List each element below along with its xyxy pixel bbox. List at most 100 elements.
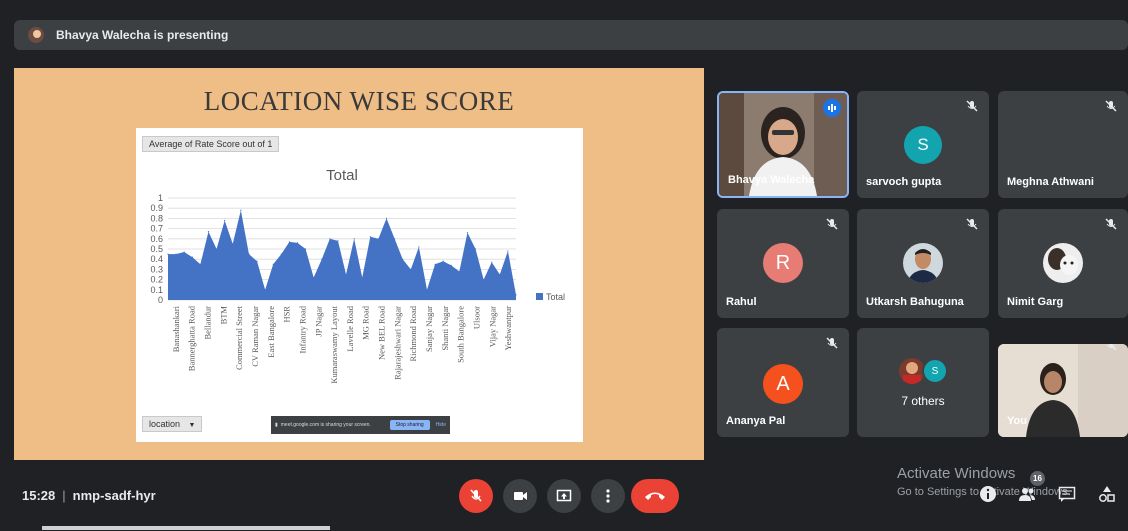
legend-swatch [536, 293, 543, 300]
horizontal-scrollbar[interactable] [42, 526, 330, 530]
x-tick-label: Kumaraswamy Layout [329, 305, 339, 383]
avatar-initial: S [931, 365, 939, 377]
pivot-field-button[interactable]: Average of Rate Score out of 1 [142, 136, 280, 152]
people-button[interactable] [1017, 484, 1037, 504]
x-tick-label: Commercial Street [234, 305, 244, 370]
data-point [280, 253, 282, 255]
mic-off-icon [1106, 344, 1117, 351]
chart-panel: Total 1 0.9 0.8 0.7 0.6 0.5 0.4 0.3 0.2 0.1 0 Banash… [136, 128, 583, 442]
x-tick-label: JP Nagar [313, 306, 323, 337]
x-tick-label: South Bangalore [456, 306, 466, 363]
avatar: A [763, 364, 803, 404]
participant-tile-nimit[interactable]: Nimit Garg [998, 209, 1128, 318]
more-options-icon [606, 489, 610, 503]
people-icon [1019, 488, 1035, 501]
y-tick-label: 0.3 [150, 264, 163, 274]
present-screen-icon [556, 489, 572, 502]
dropdown-arrow-icon: ▼ [188, 422, 196, 429]
data-point [369, 236, 371, 238]
mic-off-icon [470, 489, 482, 502]
mic-off-icon [1105, 100, 1117, 112]
x-tick-label: Banashankari [171, 305, 181, 352]
participant-name: Meghna Athwani [1007, 176, 1094, 188]
data-point [272, 263, 274, 265]
data-point [256, 260, 258, 262]
participant-tile-others[interactable]: S 7 others [857, 328, 989, 437]
mic-off-icon [826, 337, 838, 349]
y-tick-label: 0.4 [150, 254, 163, 264]
presenter-avatar [26, 25, 46, 45]
data-point [361, 276, 363, 279]
data-point [224, 219, 226, 222]
data-point [426, 289, 428, 291]
x-tick-label: Ulsoor [471, 306, 481, 329]
avatar-initial: A [776, 372, 790, 395]
x-tick-label: East Bangalore [266, 306, 276, 358]
data-point [329, 238, 331, 240]
participant-tile-meghna[interactable]: Meghna Athwani [998, 91, 1128, 198]
location-filter-button[interactable]: location ▼ [142, 416, 203, 432]
participant-tile-sarvoch[interactable]: S sarvoch gupta [857, 91, 989, 198]
meeting-details-button[interactable] [978, 484, 998, 504]
participant-tile-you[interactable]: You [998, 344, 1128, 437]
x-tick-label: Shanti Nagar [440, 306, 450, 351]
data-point [353, 238, 355, 240]
data-point [191, 256, 193, 258]
participant-tile-bhavya[interactable]: Bhavya Walecha [717, 91, 849, 198]
data-point [394, 238, 396, 240]
data-point [183, 251, 185, 253]
y-tick-label: 0.1 [150, 285, 163, 295]
camera-toggle-button[interactable] [503, 479, 537, 513]
mic-off-icon [966, 218, 978, 230]
activities-button[interactable] [1097, 484, 1117, 504]
participant-name: Utkarsh Bahuguna [866, 296, 964, 308]
data-point [345, 273, 347, 276]
participant-tile-utkarsh[interactable]: Utkarsh Bahuguna [857, 209, 989, 318]
y-tick-label: 0.2 [150, 275, 163, 285]
avatar [903, 243, 943, 283]
area-chart: Total 10.90.80.70.60.50.40.30.20.10 Banash… [150, 167, 565, 384]
hide-notice-button[interactable]: Hide [436, 422, 446, 428]
share-indicator-icon: ▮ [275, 422, 278, 428]
area-series-total [168, 210, 516, 300]
avatar: S [922, 358, 948, 384]
x-tick-label: Infantry Road [297, 305, 307, 353]
participant-name: sarvoch gupta [866, 176, 942, 188]
data-point [248, 253, 250, 255]
data-point [499, 273, 501, 276]
data-point [402, 258, 404, 260]
present-now-button[interactable] [547, 479, 581, 513]
x-tick-label: BTM [218, 306, 228, 325]
x-tick-label: Yeshwantpur [503, 306, 513, 351]
participant-name: You [1007, 415, 1027, 427]
data-point [466, 232, 469, 234]
y-tick-label: 0.9 [150, 203, 163, 213]
y-tick-label: 1 [158, 193, 163, 203]
presenting-text: Bhavya Walecha is presenting [56, 28, 229, 42]
data-point [450, 264, 452, 266]
more-options-button[interactable] [591, 479, 625, 513]
data-point [321, 258, 323, 260]
participant-tile-ananya[interactable]: A Ananya Pal [717, 328, 849, 437]
chat-button[interactable] [1057, 484, 1077, 504]
stop-sharing-button[interactable]: Stop sharing [389, 420, 430, 430]
x-tick-label: Vijay Nagar [487, 306, 497, 347]
participant-tile-rahul[interactable]: R Rahul [717, 209, 849, 318]
data-point [337, 240, 339, 242]
x-tick-label: CV Raman Nagar [250, 306, 260, 367]
participant-name: Ananya Pal [726, 415, 786, 427]
data-point [507, 250, 509, 252]
x-tick-label: MG Road [361, 305, 371, 340]
mic-toggle-button[interactable] [459, 479, 493, 513]
leave-call-button[interactable] [631, 479, 679, 513]
participant-name: Bhavya Walecha [728, 174, 815, 186]
data-point [377, 238, 380, 240]
participant-count-badge: 16 [1030, 471, 1045, 486]
data-point [385, 217, 388, 219]
camera-icon [514, 492, 527, 500]
data-point [296, 242, 299, 244]
avatar-initial: R [775, 251, 791, 274]
y-tick-label: 0 [158, 295, 163, 305]
x-tick-label: Sanjay Nagar [424, 306, 434, 352]
data-point [474, 248, 477, 250]
